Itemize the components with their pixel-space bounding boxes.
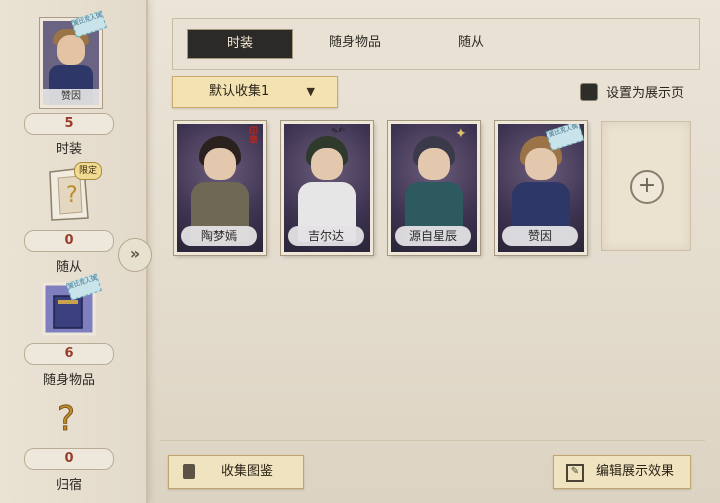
home-label: 归宿 [55,478,82,493]
collection-dropdown-value: 默认收集1 [209,84,270,99]
card-face [311,148,343,180]
costume-card[interactable]: 印章 陶梦嫣 [174,121,266,255]
plus-icon: + [630,170,664,204]
collection-dropdown[interactable]: 默认收集1 ▼ [172,76,338,108]
expand-sidebar-button[interactable]: » [118,238,152,272]
home-question-icon[interactable]: ? [52,396,84,440]
edit-display-button[interactable]: ✎ 编辑展示效果 [553,455,691,489]
costume-label: 时装 [55,142,82,157]
collection-guide-label: 收集图鉴 [221,464,274,479]
category-tabbar: 时装 随身物品 随从 [172,18,700,70]
chevron-down-icon: ▼ [306,85,315,98]
profile-portrait[interactable]: 赞因 奥比克人偶 [40,10,107,108]
home-count: 0 [24,448,114,470]
collection-guide-button[interactable]: 收集图鉴 [168,455,304,489]
footer-divider [160,440,705,441]
showcase-checkbox[interactable] [580,83,598,101]
star-badge-icon: ✦ [455,126,467,142]
tab-accessories[interactable]: 随身物品 [303,29,407,57]
item-stamp-badge: 奥比克人偶 [66,273,102,301]
costume-card[interactable]: ✎✍ 吉尔达 [281,121,373,255]
costume-card[interactable]: 奥比克人偶 赞因 [495,121,587,255]
showcase-checkbox-label[interactable]: 设置为展示页 [606,82,684,101]
follower-icon[interactable]: ? 限定 [44,162,102,222]
card-face [418,148,450,180]
add-costume-slot[interactable]: + [601,121,691,251]
follower-count: 0 [24,230,114,252]
costume-card[interactable]: ✦ 源自星辰 [388,121,480,255]
card-name: 源自星辰 [395,226,471,246]
profile-stamp-badge: 奥比克人偶 [71,10,107,38]
costume-count: 5 [24,113,114,135]
card-face [204,148,236,180]
edit-display-label: 编辑展示效果 [596,464,675,479]
follower-label: 随从 [55,260,82,275]
svg-text:?: ? [57,399,75,438]
red-seal-badge: 印章 [247,126,257,144]
collection-screen: 赞因 奥比克人偶 5 时装 ? 限定 0 随从 奥比克人偶 6 随身物品 ? 0… [0,0,720,503]
profile-name: 赞因 [43,89,99,105]
tab-costume[interactable]: 时装 [187,29,293,59]
book-icon [183,464,195,479]
card-face [525,148,557,180]
item-book-icon[interactable]: 奥比克人偶 [42,273,102,336]
portrait-face [57,35,85,65]
limited-tag: 限定 [74,162,102,180]
item-count: 6 [24,343,114,365]
item-label: 随身物品 [42,373,95,388]
card-name: 吉尔达 [288,226,364,246]
card-name: 赞因 [502,226,578,246]
tab-followers[interactable]: 随从 [419,29,523,57]
svg-text:?: ? [66,183,78,208]
card-name: 陶梦嫣 [181,226,257,246]
edit-icon: ✎ [566,464,584,482]
